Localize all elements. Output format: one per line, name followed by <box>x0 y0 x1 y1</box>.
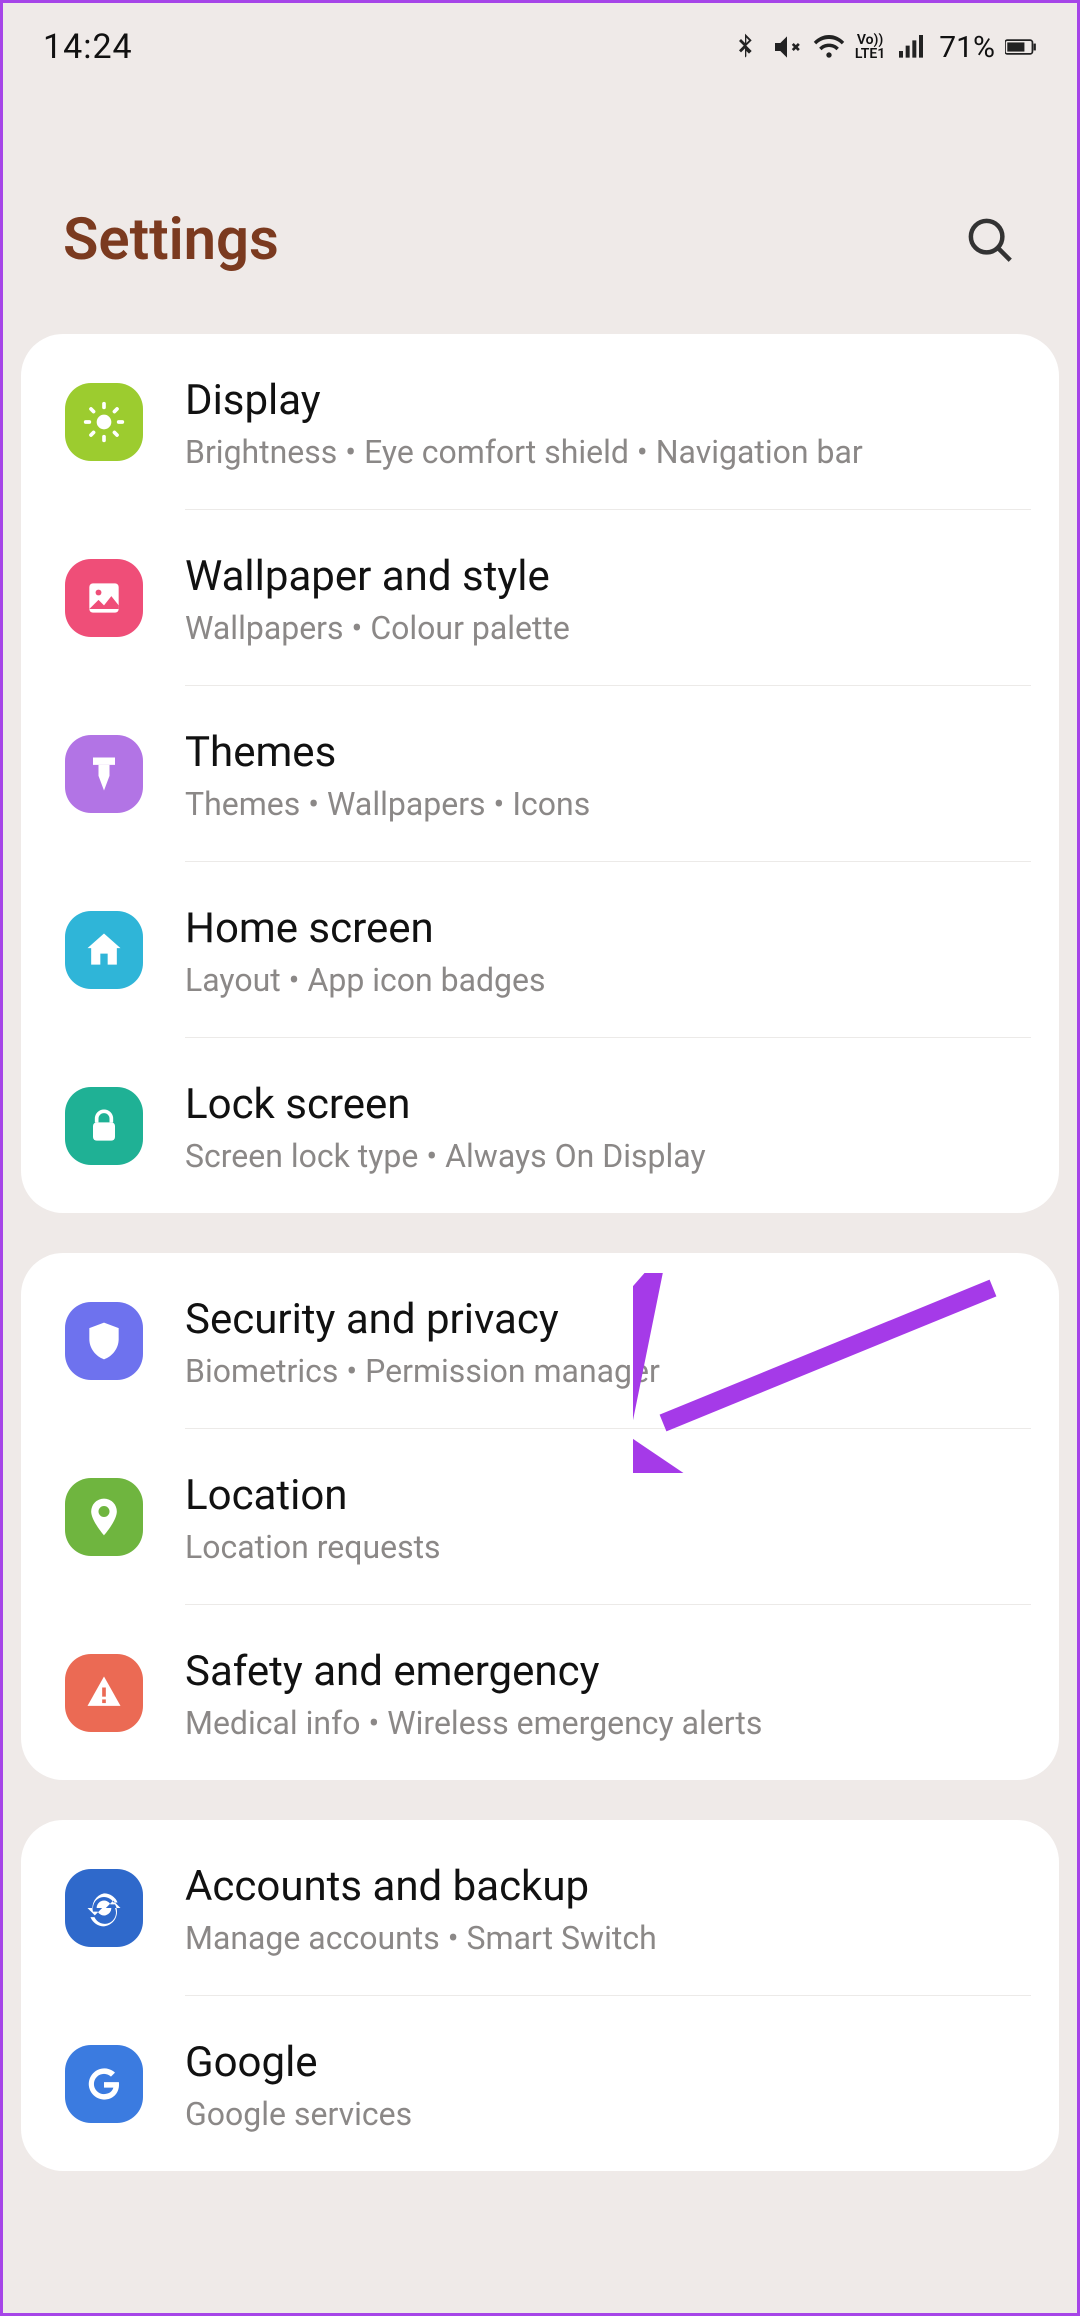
page-title: Settings <box>63 206 279 274</box>
item-title: Wallpaper and style <box>185 552 1031 601</box>
item-title: Display <box>185 376 1031 425</box>
settings-item-accounts[interactable]: Accounts and backup Manage accounts•Smar… <box>21 1820 1059 1996</box>
search-icon[interactable] <box>963 213 1017 267</box>
settings-item-home-screen[interactable]: Home screen Layout•App icon badges <box>21 862 1059 1038</box>
status-bar: 14:24 Vo))LTE1 71% <box>3 3 1077 91</box>
safety-icon <box>65 1654 143 1732</box>
item-subtitle: Location requests <box>185 1528 1031 1566</box>
settings-item-themes[interactable]: Themes Themes•Wallpapers•Icons <box>21 686 1059 862</box>
status-icons: Vo))LTE1 71% <box>729 30 1037 65</box>
status-time: 14:24 <box>43 27 133 67</box>
item-subtitle: Layout•App icon badges <box>185 961 1031 999</box>
settings-item-display[interactable]: Display Brightness•Eye comfort shield•Na… <box>21 334 1059 510</box>
item-title: Google <box>185 2038 1031 2087</box>
settings-item-lock-screen[interactable]: Lock screen Screen lock type•Always On D… <box>21 1038 1059 1213</box>
settings-item-google[interactable]: Google Google services <box>21 1996 1059 2171</box>
wifi-icon <box>813 31 845 63</box>
settings-item-security[interactable]: Security and privacy Biometrics•Permissi… <box>21 1253 1059 1429</box>
item-subtitle: Wallpapers•Colour palette <box>185 609 1031 647</box>
settings-item-wallpaper[interactable]: Wallpaper and style Wallpapers•Colour pa… <box>21 510 1059 686</box>
item-subtitle: Google services <box>185 2095 1031 2133</box>
sync-icon <box>65 1869 143 1947</box>
signal-icon <box>895 31 927 63</box>
settings-group-2: Security and privacy Biometrics•Permissi… <box>21 1253 1059 1780</box>
settings-item-safety[interactable]: Safety and emergency Medical info•Wirele… <box>21 1605 1059 1780</box>
themes-icon <box>65 735 143 813</box>
item-title: Accounts and backup <box>185 1862 1031 1911</box>
item-title: Security and privacy <box>185 1295 1031 1344</box>
item-subtitle: Screen lock type•Always On Display <box>185 1137 1031 1175</box>
settings-group-1: Display Brightness•Eye comfort shield•Na… <box>21 334 1059 1213</box>
item-subtitle: Biometrics•Permission manager <box>185 1352 1031 1390</box>
item-title: Location <box>185 1471 1031 1520</box>
item-title: Lock screen <box>185 1080 1031 1129</box>
settings-group-3: Accounts and backup Manage accounts•Smar… <box>21 1820 1059 2171</box>
header: Settings <box>3 91 1077 334</box>
item-title: Home screen <box>185 904 1031 953</box>
item-subtitle: Medical info•Wireless emergency alerts <box>185 1704 1031 1742</box>
settings-item-location[interactable]: Location Location requests <box>21 1429 1059 1605</box>
item-title: Themes <box>185 728 1031 777</box>
brightness-icon <box>65 383 143 461</box>
battery-icon <box>1005 31 1037 63</box>
shield-icon <box>65 1302 143 1380</box>
item-title: Safety and emergency <box>185 1647 1031 1696</box>
lock-icon <box>65 1087 143 1165</box>
google-icon <box>65 2045 143 2123</box>
location-icon <box>65 1478 143 1556</box>
volte-icon: Vo))LTE1 <box>855 33 885 61</box>
item-subtitle: Manage accounts•Smart Switch <box>185 1919 1031 1957</box>
mute-icon <box>771 31 803 63</box>
home-icon <box>65 911 143 989</box>
battery-percentage: 71% <box>939 30 995 65</box>
item-subtitle: Brightness•Eye comfort shield•Navigation… <box>185 433 1031 471</box>
item-subtitle: Themes•Wallpapers•Icons <box>185 785 1031 823</box>
bluetooth-icon <box>729 31 761 63</box>
wallpaper-icon <box>65 559 143 637</box>
